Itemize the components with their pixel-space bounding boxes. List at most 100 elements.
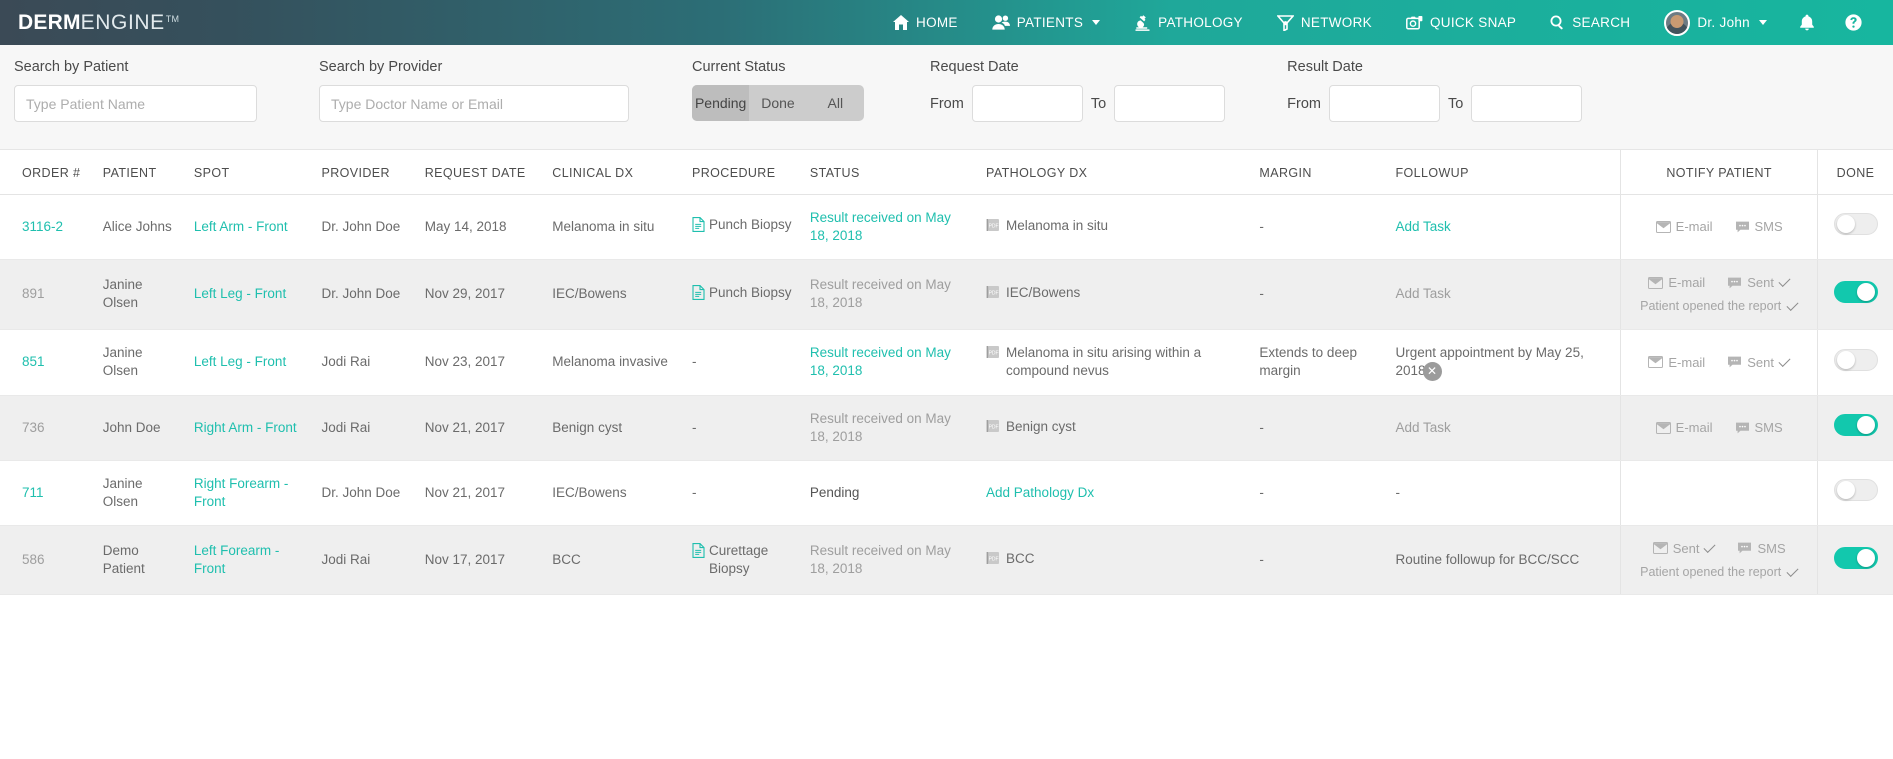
done-toggle[interactable] (1834, 281, 1878, 303)
column-header-pathology-dx[interactable]: PATHOLOGY DX (978, 150, 1251, 195)
pathology-dx-text: Melanoma in situ arising within a compou… (1006, 344, 1243, 380)
status-link[interactable]: Result received on May 18, 2018 (810, 277, 951, 310)
done-toggle[interactable] (1834, 547, 1878, 569)
pathology-dx-cell[interactable]: PDFIEC/Bowens (986, 284, 1243, 304)
nav-item-search[interactable]: SEARCH (1533, 0, 1647, 45)
notify-sms-button[interactable]: SMS (1735, 419, 1783, 436)
user-name-label: Dr. John (1697, 15, 1750, 30)
done-toggle[interactable] (1834, 414, 1878, 436)
pdf-icon: PDF (986, 285, 1000, 304)
patient-name-text: Janine Olsen (103, 277, 143, 310)
notify-sms-button[interactable]: SMS (1737, 540, 1785, 557)
spot-link[interactable]: Left Leg - Front (194, 354, 286, 369)
nav-item-notifications[interactable] (1784, 0, 1830, 45)
spot-link[interactable]: Left Forearm - Front (194, 543, 280, 576)
done-toggle[interactable] (1834, 349, 1878, 371)
procedure-cell[interactable]: Punch Biopsy (692, 284, 794, 305)
cell-provider: Jodi Rai (313, 329, 416, 395)
remove-followup-button[interactable]: ✕ (1423, 362, 1442, 381)
spot-link[interactable]: Left Leg - Front (194, 286, 286, 301)
done-toggle[interactable] (1834, 213, 1878, 235)
table-row[interactable]: 586Demo PatientLeft Forearm - FrontJodi … (0, 525, 1893, 595)
column-header-request-date[interactable]: REQUEST DATE (417, 150, 545, 195)
spot-link[interactable]: Left Arm - Front (194, 219, 288, 234)
cell-clinical-dx: BCC (544, 525, 684, 595)
add-task-link[interactable]: Add Task (1395, 420, 1450, 435)
table-row[interactable]: 3116-2Alice JohnsLeft Arm - FrontDr. Joh… (0, 195, 1893, 260)
nav-item-patients[interactable]: PATIENTS (975, 0, 1117, 45)
cell-notify-patient: E-mail SMS (1621, 195, 1818, 260)
table-row[interactable]: 736John DoeRight Arm - FrontJodi RaiNov … (0, 395, 1893, 460)
order-number-link[interactable]: 736 (22, 420, 45, 435)
request-date-from-input[interactable] (972, 85, 1083, 122)
nav-item-pathology[interactable]: PATHOLOGY (1117, 0, 1260, 45)
notify-email-button[interactable]: E-mail (1648, 354, 1705, 371)
column-header-provider[interactable]: PROVIDER (313, 150, 416, 195)
column-header-status[interactable]: STATUS (802, 150, 978, 195)
notify-email-button[interactable]: E-mail (1656, 218, 1713, 235)
procedure-text: - (692, 485, 697, 500)
spot-link[interactable]: Right Arm - Front (194, 420, 297, 435)
cell-order: 736 (0, 395, 95, 460)
search-provider-input[interactable] (319, 85, 629, 122)
table-row[interactable]: 891Janine OlsenLeft Leg - FrontDr. John … (0, 259, 1893, 329)
pathology-dx-cell[interactable]: PDFBenign cyst (986, 418, 1243, 438)
status-link[interactable]: Result received on May 18, 2018 (810, 543, 951, 576)
app-logo[interactable]: DERMENGINETM (18, 11, 179, 35)
column-header-margin[interactable]: MARGIN (1251, 150, 1387, 195)
notify-sms-button[interactable]: Sent (1727, 354, 1790, 371)
notify-sms-label: SMS (1755, 218, 1783, 235)
pathology-dx-cell[interactable]: PDFMelanoma in situ (986, 217, 1243, 237)
order-number-link[interactable]: 711 (22, 485, 44, 500)
cell-done (1818, 525, 1893, 595)
spot-link[interactable]: Right Forearm - Front (194, 476, 289, 509)
column-header-followup[interactable]: FOLLOWUP (1387, 150, 1620, 195)
procedure-text: - (692, 420, 697, 435)
status-option-pending[interactable]: Pending (692, 85, 749, 121)
status-link[interactable]: Result received on May 18, 2018 (810, 210, 951, 243)
cell-patient: Janine Olsen (95, 259, 186, 329)
column-header-order[interactable]: ORDER # (0, 150, 95, 195)
status-option-done[interactable]: Done (749, 85, 806, 121)
nav-item-user-menu[interactable]: Dr. John (1647, 0, 1784, 45)
result-date-from-input[interactable] (1329, 85, 1440, 122)
status-link[interactable]: Result received on May 18, 2018 (810, 411, 951, 444)
status-link[interactable]: Result received on May 18, 2018 (810, 345, 951, 378)
column-header-spot[interactable]: SPOT (186, 150, 314, 195)
procedure-cell[interactable]: Curettage Biopsy (692, 542, 794, 578)
done-toggle[interactable] (1834, 479, 1878, 501)
nav-item-help[interactable] (1830, 0, 1877, 45)
pdf-icon: PDF (986, 345, 1000, 364)
table-row[interactable]: 711Janine OlsenRight Forearm - FrontDr. … (0, 460, 1893, 525)
notify-email-button[interactable]: Sent (1653, 540, 1716, 557)
add-task-link[interactable]: Add Task (1395, 286, 1450, 301)
order-number-link[interactable]: 3116-2 (22, 219, 63, 234)
pathology-dx-cell[interactable]: PDF Melanoma in situ arising within a com… (986, 344, 1243, 380)
column-header-patient[interactable]: PATIENT (95, 150, 186, 195)
add-task-link[interactable]: Add Task (1395, 219, 1450, 234)
status-option-all[interactable]: All (807, 85, 864, 121)
add-pathology-dx-link[interactable]: Add Pathology Dx (986, 485, 1094, 500)
order-number-link[interactable]: 586 (22, 552, 45, 567)
pathology-dx-cell[interactable]: PDFBCC (986, 550, 1243, 570)
cell-clinical-dx: IEC/Bowens (544, 259, 684, 329)
nav-item-network[interactable]: NETWORK (1260, 0, 1389, 45)
search-patient-input[interactable] (14, 85, 257, 122)
result-date-to-input[interactable] (1471, 85, 1582, 122)
cell-request-date: Nov 21, 2017 (417, 460, 545, 525)
request-date-text: Nov 23, 2017 (425, 354, 505, 369)
nav-item-home[interactable]: HOME (876, 0, 975, 45)
notify-sms-button[interactable]: Sent (1727, 274, 1790, 291)
cell-followup: Routine followup for BCC/SCC (1387, 525, 1620, 595)
notify-email-button[interactable]: E-mail (1656, 419, 1713, 436)
order-number-link[interactable]: 851 (22, 354, 45, 369)
table-row[interactable]: 851Janine OlsenLeft Leg - FrontJodi RaiN… (0, 329, 1893, 395)
notify-email-button[interactable]: E-mail (1648, 274, 1705, 291)
request-date-to-input[interactable] (1114, 85, 1225, 122)
nav-item-quick-snap[interactable]: QUICK SNAP (1389, 0, 1533, 45)
notify-sms-button[interactable]: SMS (1735, 218, 1783, 235)
column-header-procedure[interactable]: PROCEDURE (684, 150, 802, 195)
order-number-link[interactable]: 891 (22, 286, 45, 301)
procedure-cell[interactable]: Punch Biopsy (692, 216, 794, 237)
column-header-clinical-dx[interactable]: CLINICAL DX (544, 150, 684, 195)
